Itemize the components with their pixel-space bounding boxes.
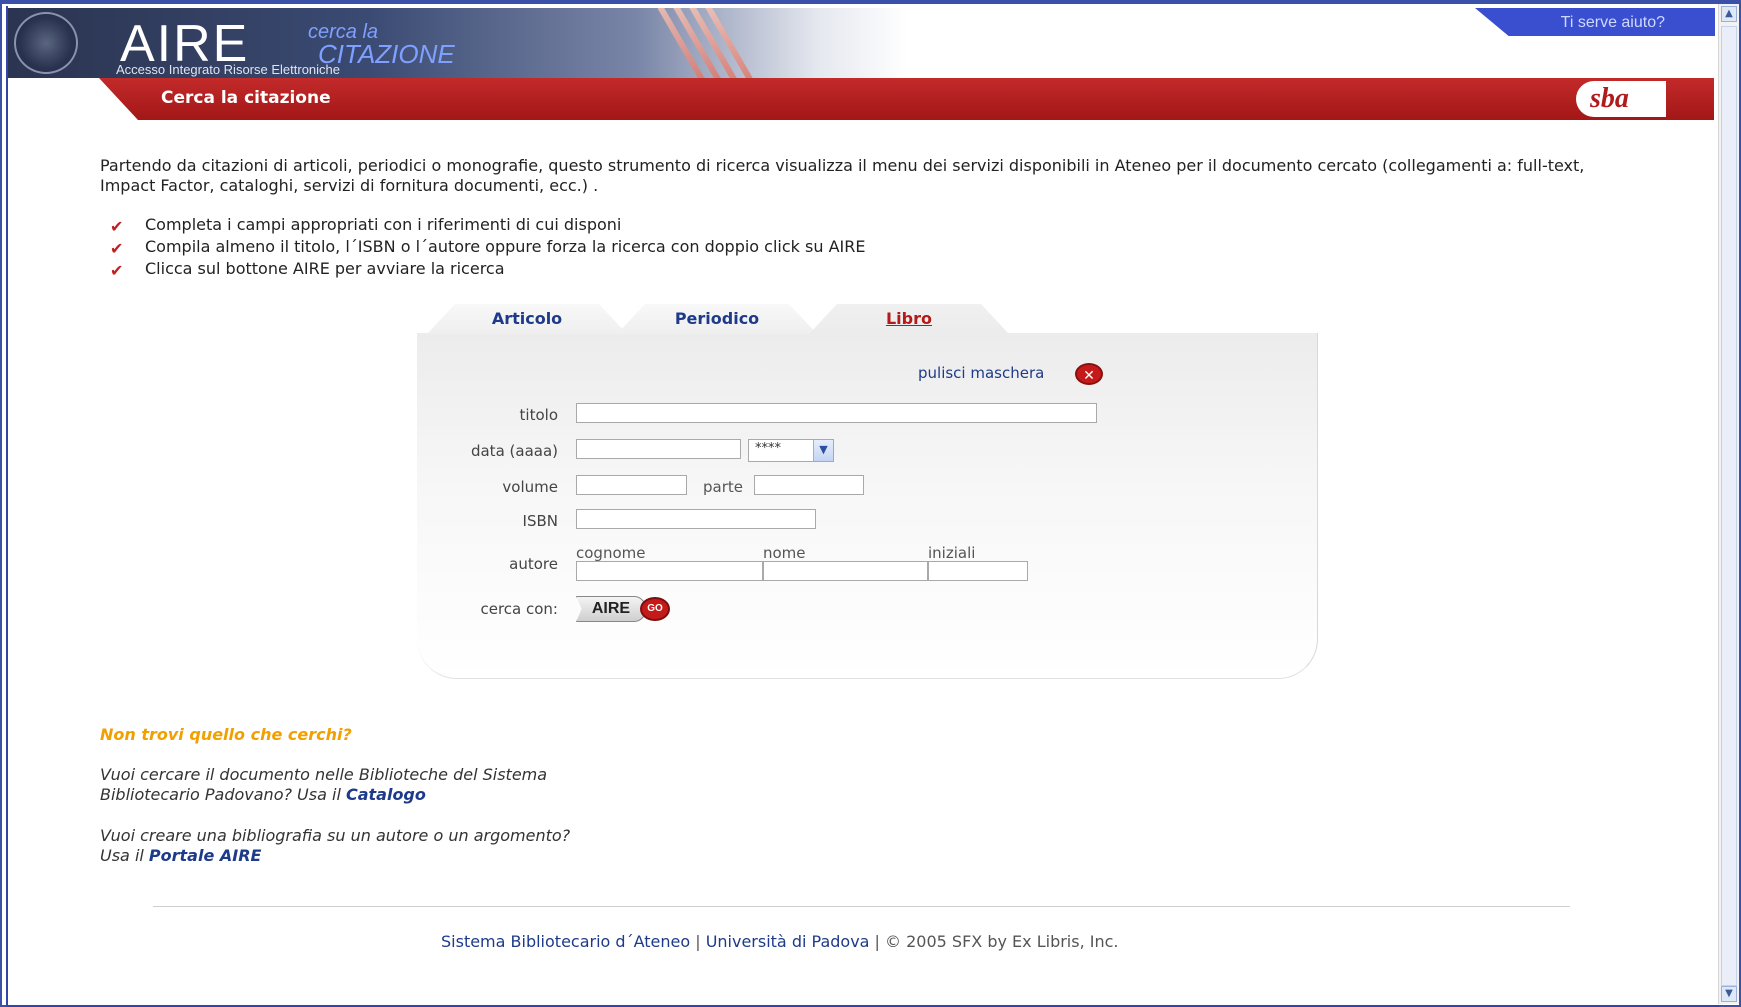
vertical-scrollbar[interactable]: ▲ ▼	[1718, 4, 1739, 1004]
data-input[interactable]	[576, 439, 741, 459]
search-panel	[417, 333, 1318, 679]
cerca-con-label: cerca con:	[480, 600, 558, 618]
copyright: | © 2005 SFX by Ex Libris, Inc.	[869, 932, 1119, 951]
parte-input[interactable]	[754, 475, 864, 495]
decorative-streaks	[658, 8, 778, 78]
nome-label: nome	[763, 544, 806, 562]
clear-icon[interactable]: ✕	[1075, 363, 1103, 385]
footer-divider	[153, 906, 1570, 907]
university-seal-icon	[14, 12, 78, 74]
tab-periodico[interactable]: Periodico	[617, 304, 817, 334]
check-icon: ✔	[110, 239, 124, 258]
iniziali-label: iniziali	[928, 544, 976, 562]
volume-input[interactable]	[576, 475, 687, 495]
aire-button-label[interactable]: AIRE	[576, 596, 646, 622]
sba-logo-text: sba	[1590, 83, 1629, 114]
chevron-down-icon[interactable]: ▼	[813, 440, 833, 461]
footer-link-unipd[interactable]: Università di Padova	[706, 932, 870, 951]
list-item: ✔ Compila almeno il titolo, l´ISBN o l´a…	[110, 237, 866, 258]
volume-label: volume	[502, 478, 558, 496]
scroll-thumb[interactable]	[1721, 26, 1737, 986]
isbn-input[interactable]	[576, 509, 816, 529]
catalog-paragraph: Vuoi cercare il documento nelle Bibliote…	[100, 765, 548, 804]
cognome-label: cognome	[576, 544, 646, 562]
nome-input[interactable]	[763, 561, 928, 581]
portal-paragraph: Vuoi creare una bibliografia su un autor…	[100, 826, 571, 865]
tab-articolo[interactable]: Articolo	[427, 304, 627, 334]
list-item: ✔ Clicca sul bottone AIRE per avviare la…	[110, 259, 505, 280]
header: AIRE cerca la CITAZIONE Accesso Integrat…	[8, 8, 1714, 78]
help-link[interactable]: Ti serve aiuto?	[1475, 8, 1715, 36]
iniziali-input[interactable]	[928, 561, 1028, 581]
help-link-label[interactable]: Ti serve aiuto?	[1561, 14, 1665, 32]
clear-form-link[interactable]: pulisci maschera	[918, 364, 1044, 382]
portal-aire-link[interactable]: Portale AIRE	[149, 846, 262, 865]
scroll-up-icon[interactable]: ▲	[1721, 6, 1737, 22]
logo-tagline: Accesso Integrato Risorse Elettroniche	[116, 62, 340, 77]
titolo-input[interactable]	[576, 403, 1097, 423]
isbn-label: ISBN	[522, 512, 558, 530]
help-heading: Non trovi quello che cerchi?	[100, 725, 352, 744]
list-item: ✔ Completa i campi appropriati con i rif…	[110, 215, 622, 236]
intro-text: Partendo da citazioni di articoli, perio…	[100, 156, 1585, 195]
sba-logo: sba	[1576, 81, 1666, 117]
autore-label: autore	[509, 555, 558, 573]
footer-link-sba[interactable]: Sistema Bibliotecario d´Ateneo	[441, 932, 690, 951]
titolo-label: titolo	[519, 406, 558, 424]
header-banner: AIRE cerca la CITAZIONE Accesso Integrat…	[8, 8, 908, 78]
scroll-down-icon[interactable]: ▼	[1721, 986, 1737, 1002]
aire-search-button[interactable]: AIRE GO	[576, 596, 674, 622]
cognome-input[interactable]	[576, 561, 763, 581]
tab-libro[interactable]: Libro	[809, 304, 1009, 334]
page-title: Cerca la citazione	[161, 88, 331, 108]
footer: Sistema Bibliotecario d´Ateneo | Univers…	[441, 932, 1119, 951]
go-icon[interactable]: GO	[640, 597, 670, 621]
instruction-list: ✔ Completa i campi appropriati con i rif…	[110, 214, 865, 280]
data-select-value: ****	[755, 441, 781, 456]
check-icon: ✔	[110, 217, 124, 236]
data-label: data (aaaa)	[470, 442, 558, 460]
parte-label: parte	[703, 478, 743, 496]
data-select[interactable]: **** ▼	[748, 439, 834, 462]
title-bar: Cerca la citazione sba	[8, 78, 1714, 120]
check-icon: ✔	[110, 261, 124, 280]
catalog-link[interactable]: Catalogo	[346, 785, 426, 804]
